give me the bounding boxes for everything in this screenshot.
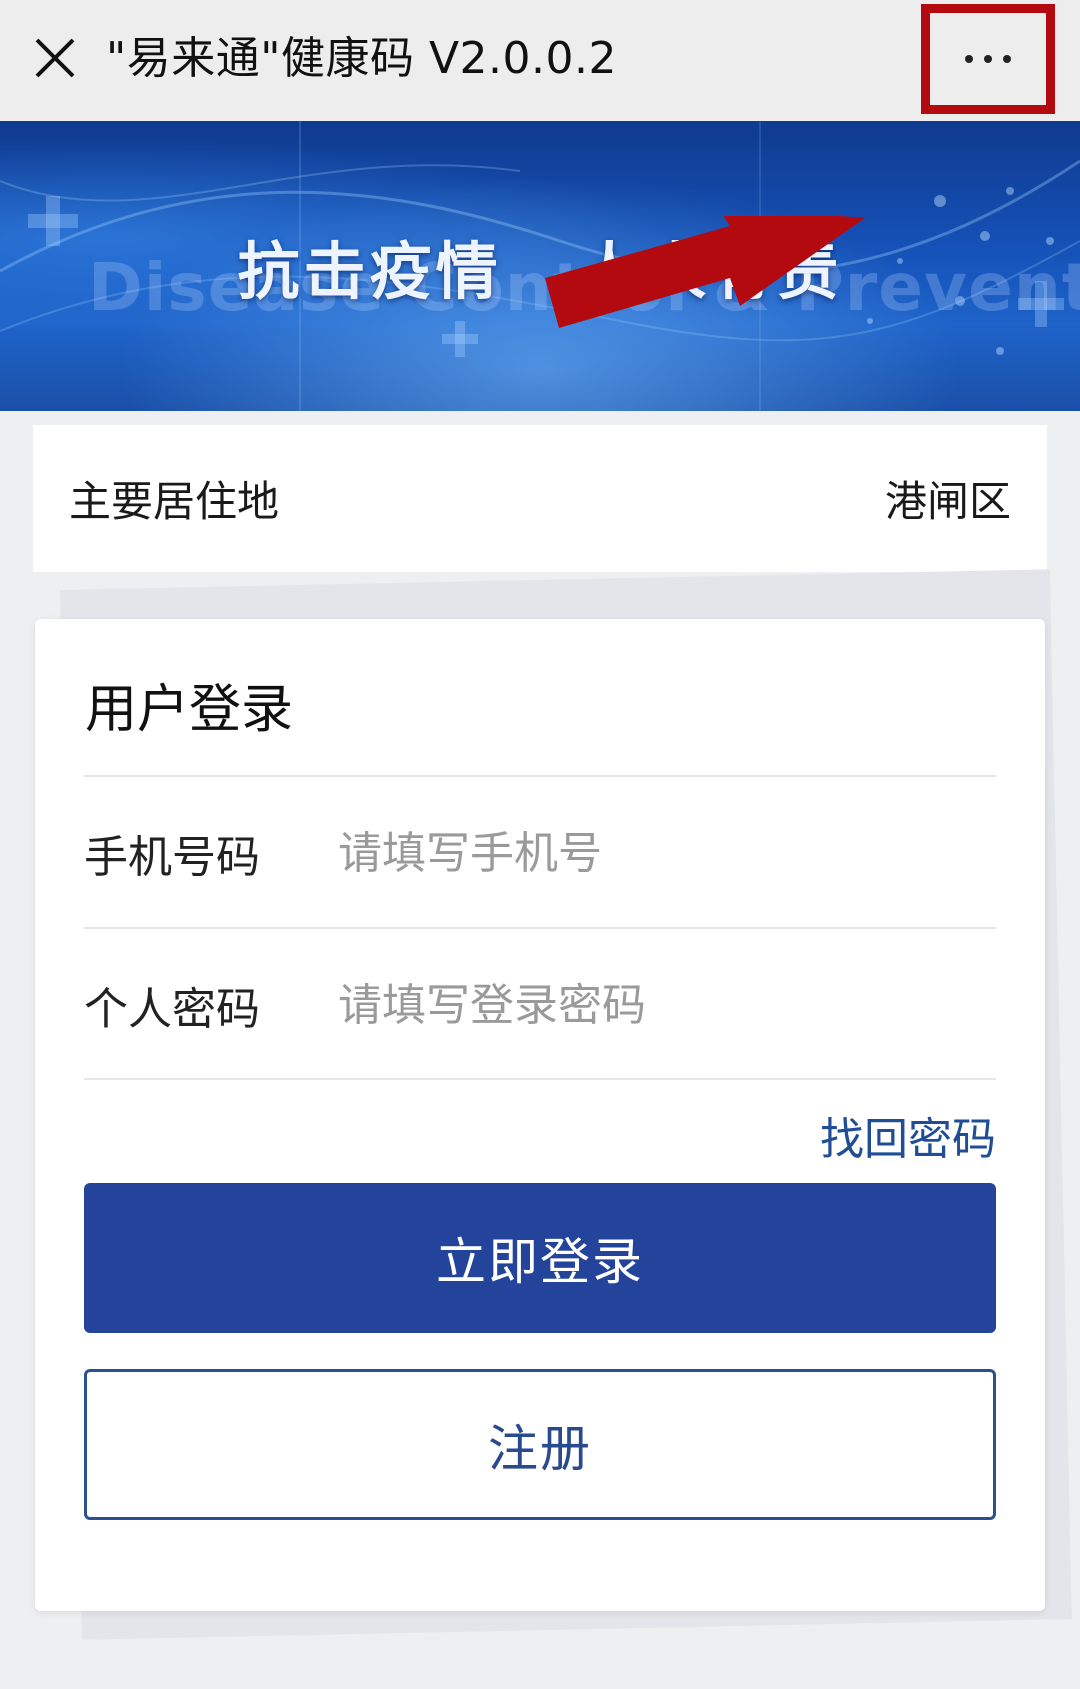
page-title: "易来通"健康码 V2.0.0.2	[106, 33, 617, 84]
close-icon	[35, 38, 75, 78]
top-nav-bar: "易来通"健康码 V2.0.0.2	[0, 0, 1080, 121]
phone-row: 手机号码	[84, 778, 996, 928]
residence-value: 港闸区	[884, 477, 1011, 526]
divider	[84, 1078, 996, 1080]
login-button[interactable]: 立即登录	[84, 1183, 996, 1333]
login-title: 用户登录	[85, 680, 294, 740]
residence-label: 主要居住地	[69, 477, 280, 526]
banner-slogan: 抗击疫情 人人有责	[237, 235, 843, 308]
phone-label: 手机号码	[84, 832, 260, 883]
register-button[interactable]: 注册	[84, 1369, 996, 1520]
forgot-password-link[interactable]: 找回密码	[820, 1103, 996, 1167]
login-card: 用户登录 手机号码 个人密码 找回密码 立即登录 注册	[35, 619, 1045, 1611]
hero-banner: Disease Control & Prevention 抗击疫情 人人有责	[0, 121, 1080, 411]
residence-row[interactable]: 主要居住地 港闸区	[33, 425, 1047, 572]
more-dots-icon	[965, 55, 1011, 63]
password-row: 个人密码	[84, 930, 996, 1080]
password-label: 个人密码	[84, 984, 260, 1035]
divider	[84, 927, 996, 929]
annotation-arrow-icon	[545, 216, 865, 328]
divider	[84, 775, 996, 777]
more-menu-button[interactable]	[921, 4, 1055, 114]
close-button[interactable]	[30, 30, 80, 86]
phone-input[interactable]	[338, 827, 996, 879]
password-input[interactable]	[338, 979, 996, 1031]
